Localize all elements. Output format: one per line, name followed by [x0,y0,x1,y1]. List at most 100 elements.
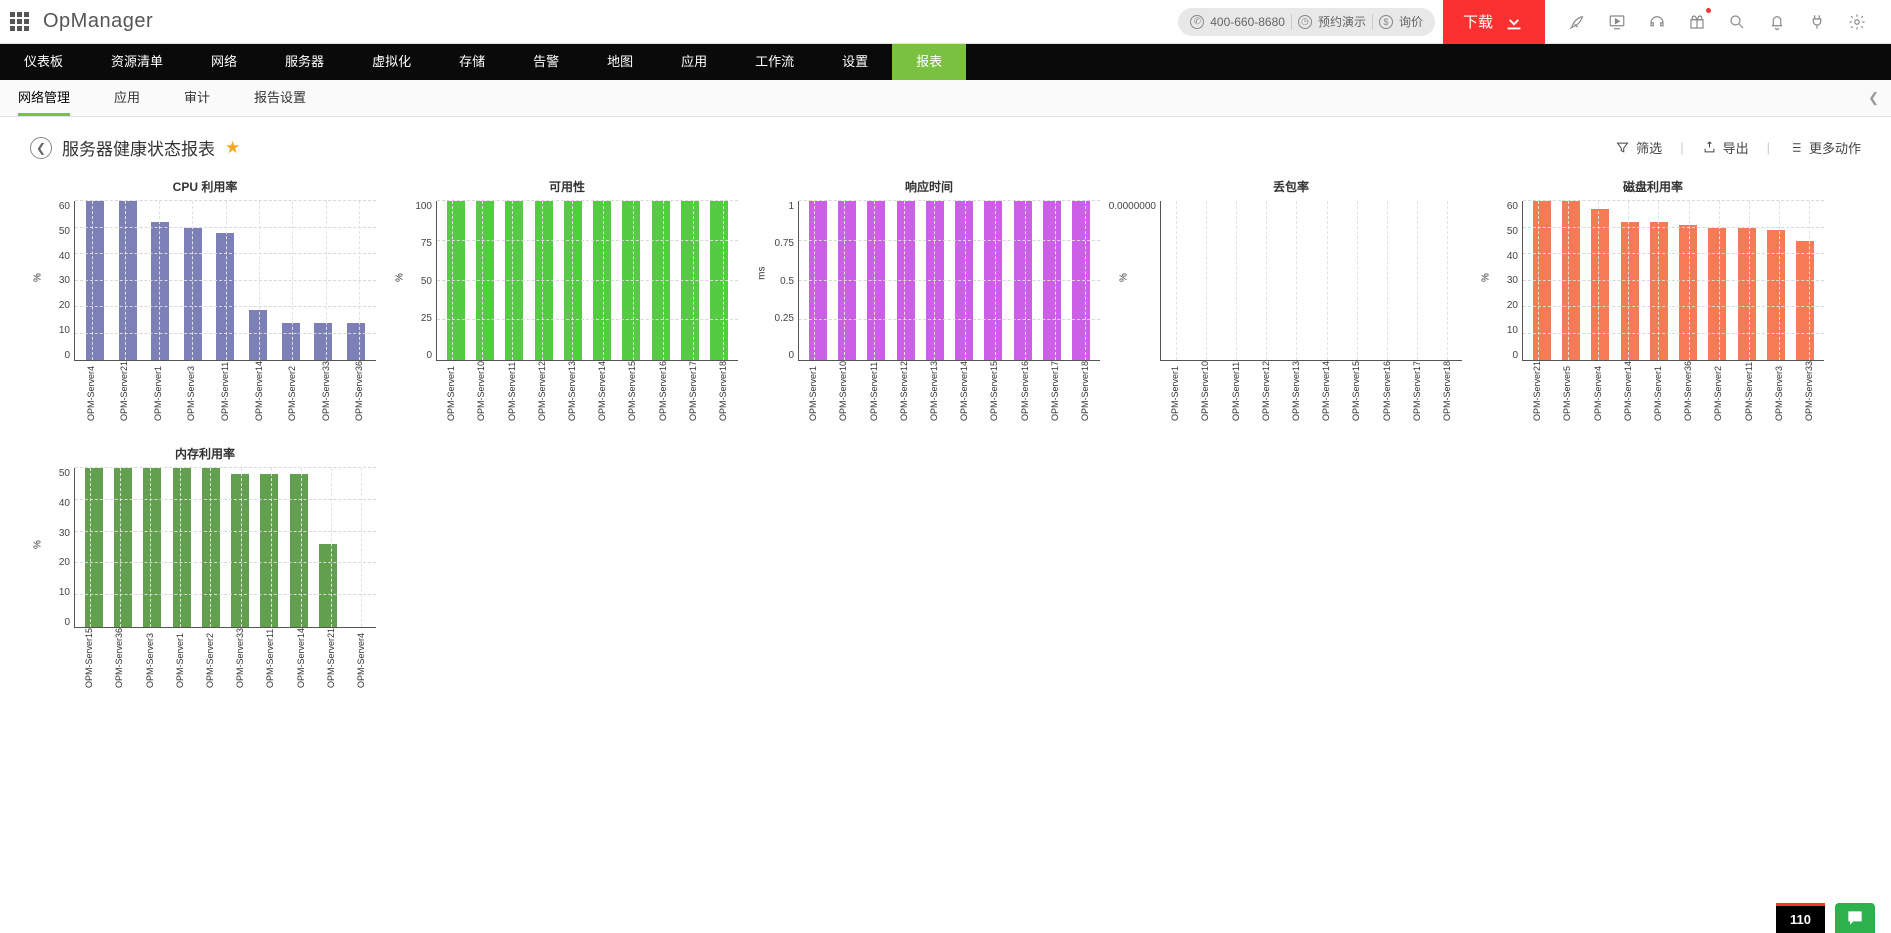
bar[interactable] [1767,230,1785,360]
bar[interactable] [447,201,465,360]
nav-5[interactable]: 存储 [435,44,509,80]
page-actions: 筛选 | 导出 | 更多动作 [1615,138,1861,157]
top-utility-icons [1553,12,1881,32]
nav-6[interactable]: 告警 [509,44,583,80]
chart-title: CPU 利用率 [34,178,376,195]
bar[interactable] [319,544,337,627]
bar[interactable] [1533,201,1551,360]
bar[interactable] [143,468,161,627]
nav-1[interactable]: 资源清单 [87,44,187,80]
bar[interactable] [260,474,278,627]
contact-pill: ✆ 400-660-8680 ◷ 预约演示 $ 询价 [1178,8,1435,36]
bar[interactable] [290,474,308,627]
x-tick: OPM-Server11 [1744,361,1754,425]
bar[interactable] [1796,241,1814,360]
bar[interactable] [535,201,553,360]
x-tick: OPM-Server18 [1080,361,1090,425]
x-tick: OPM-Server14 [1623,361,1633,425]
more-actions[interactable]: 更多动作 [1788,138,1861,157]
clock-icon: ◷ [1298,15,1312,29]
subnav-3[interactable]: 报告设置 [254,80,306,116]
bar[interactable] [681,201,699,360]
list-icon [1788,140,1803,155]
nav-8[interactable]: 应用 [657,44,731,80]
subnav-0[interactable]: 网络管理 [18,80,70,116]
rocket-icon[interactable] [1567,12,1587,32]
bar[interactable] [505,201,523,360]
x-tick: OPM-Server11 [1231,361,1241,425]
bar[interactable] [710,201,728,360]
export-action[interactable]: 导出 [1702,138,1749,157]
bar[interactable] [1562,201,1580,360]
bar[interactable] [1708,228,1726,361]
bar[interactable] [347,323,365,360]
x-tick: OPM-Server10 [838,361,848,425]
bar[interactable] [476,201,494,360]
x-tick: OPM-Server5 [1562,361,1572,425]
x-tick: OPM-Server36 [354,361,364,425]
bar[interactable] [838,201,856,360]
search-icon[interactable] [1727,12,1747,32]
bar[interactable] [85,468,103,627]
chat-button[interactable] [1835,903,1875,933]
chart-5: 内存利用率50403020100%OPM-Server15OPM-Server3… [34,445,376,692]
bar[interactable] [1591,209,1609,360]
nav-0[interactable]: 仪表板 [0,44,87,80]
quote-link[interactable]: 询价 [1399,13,1423,30]
bar[interactable] [867,201,885,360]
bar[interactable] [622,201,640,360]
screen-play-icon[interactable] [1607,12,1627,32]
bar[interactable] [314,323,332,360]
back-button[interactable]: ❮ [30,137,52,159]
bar[interactable] [1043,201,1061,360]
gift-icon[interactable] [1687,12,1707,32]
subnav-expand-icon[interactable]: ❮ [1856,90,1891,106]
x-tick: OPM-Server17 [688,361,698,425]
favorite-star-icon[interactable]: ★ [225,138,240,158]
bar[interactable] [282,323,300,360]
nav-9[interactable]: 工作流 [731,44,818,80]
bar[interactable] [984,201,1002,360]
bar[interactable] [1014,201,1032,360]
x-tick: OPM-Server13 [929,361,939,425]
sub-nav: 网络管理 应用 审计 报告设置 [0,80,306,116]
download-button[interactable]: 下载 [1443,0,1545,44]
filter-action[interactable]: 筛选 [1615,138,1662,157]
subnav-1[interactable]: 应用 [114,80,140,116]
x-tick: OPM-Server21 [1532,361,1542,425]
bar[interactable] [1621,222,1639,360]
bar[interactable] [151,222,169,360]
export-icon [1702,140,1717,155]
x-tick: OPM-Server13 [1291,361,1301,425]
bar[interactable] [119,201,137,360]
apps-launcher-icon[interactable] [10,12,29,31]
dollar-icon: $ [1379,15,1393,29]
bar[interactable] [1072,201,1090,360]
x-tick: OPM-Server16 [1020,361,1030,425]
bar[interactable] [86,201,104,360]
nav-10[interactable]: 设置 [818,44,892,80]
nav-11[interactable]: 报表 [892,44,966,80]
x-tick: OPM-Server4 [356,628,366,692]
bar[interactable] [1738,228,1756,361]
nav-3[interactable]: 服务器 [261,44,348,80]
bar[interactable] [173,468,191,627]
alarm-count-badge[interactable]: 110 [1776,903,1825,933]
headset-icon[interactable] [1647,12,1667,32]
plug-icon[interactable] [1807,12,1827,32]
nav-4[interactable]: 虚拟化 [348,44,435,80]
x-tick: OPM-Server36 [114,628,124,692]
nav-2[interactable]: 网络 [187,44,261,80]
x-tick: OPM-Server4 [86,361,96,425]
nav-7[interactable]: 地图 [583,44,657,80]
subnav-2[interactable]: 审计 [184,80,210,116]
bell-icon[interactable] [1767,12,1787,32]
bar[interactable] [652,201,670,360]
bar[interactable] [897,201,915,360]
gear-icon[interactable] [1847,12,1867,32]
bar[interactable] [809,201,827,360]
product-logo: OpManager [43,10,153,33]
bar[interactable] [114,468,132,627]
demo-link[interactable]: 预约演示 [1318,13,1366,30]
x-tick: OPM-Server3 [186,361,196,425]
